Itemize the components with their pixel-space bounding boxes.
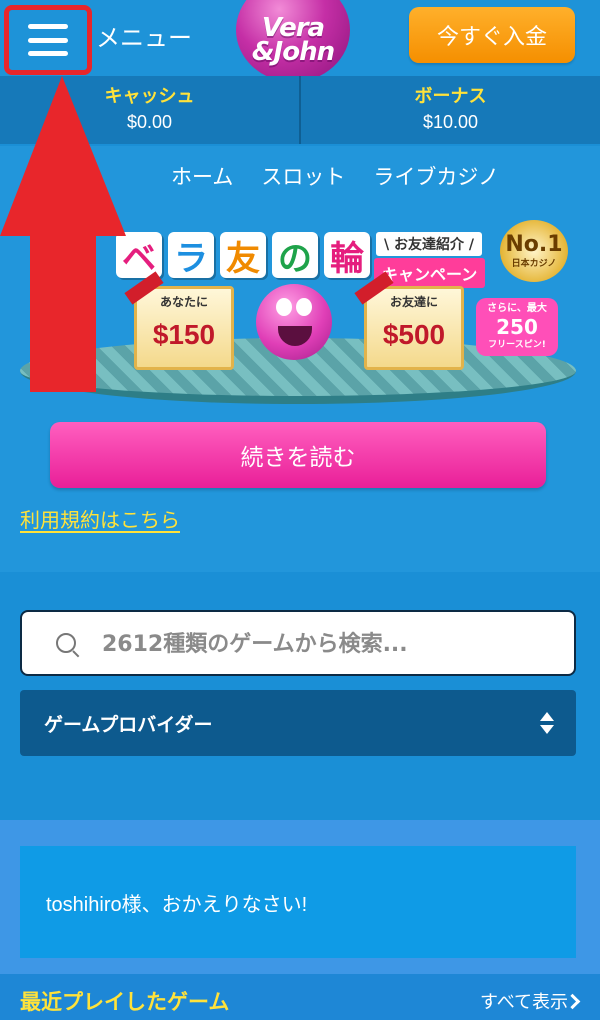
bonus-label: ボーナス: [414, 86, 487, 107]
main-nav: ホーム スロット ライブカジノ: [0, 146, 600, 206]
nav-item-home[interactable]: ホーム: [171, 161, 233, 191]
offer-friend-card: お友達に $500: [354, 271, 464, 370]
provider-label: ゲームプロバイダー: [44, 714, 213, 736]
nav-item-slots[interactable]: スロット: [261, 161, 345, 191]
title-tile: 友: [220, 232, 266, 279]
hamburger-icon: [28, 24, 68, 56]
balance-bar: キャッシュ $0.00 ボーナス $10.00: [0, 76, 600, 144]
game-search-input[interactable]: [100, 624, 544, 664]
menu-button[interactable]: [4, 5, 92, 75]
title-tile: ラ: [168, 232, 214, 279]
terms-link[interactable]: 利用規約はこちら: [20, 504, 180, 533]
welcome-card: toshihiro様、おかえりなさい!: [20, 846, 576, 958]
title-tile: の: [272, 232, 318, 279]
spins-line3: フリースピン!: [488, 340, 546, 350]
top-header: メニュー Vera &John 今すぐ入金: [0, 0, 600, 82]
verajohn-logo[interactable]: Vera &John: [236, 0, 350, 82]
campaign-subtitle: \ お友達紹介 /: [376, 232, 482, 256]
cash-label: キャッシュ: [104, 86, 195, 107]
promo-banner[interactable]: ベ ラ 友 の 輪 \ お友達紹介 / キャンペーン No.1 日本カジノ あな…: [20, 220, 580, 410]
show-all-link[interactable]: すべて表示: [480, 988, 568, 1014]
offer-you-amount: $150: [152, 319, 216, 350]
select-arrows-icon: [540, 712, 554, 734]
game-provider-select[interactable]: ゲームプロバイダー: [20, 690, 576, 756]
cash-value: $0.00: [126, 112, 173, 132]
no1-badge-icon: No.1 日本カジノ: [500, 220, 568, 282]
spins-line1: さらに、最大: [487, 303, 547, 314]
no1-text: No.1: [505, 231, 563, 257]
no1-subtext: 日本カジノ: [511, 258, 557, 269]
welcome-message: toshihiro様、おかえりなさい!: [46, 894, 308, 916]
deposit-now-button[interactable]: 今すぐ入金: [409, 7, 575, 63]
offer-you-card: あなたに $150: [124, 271, 234, 370]
spins-count: 250: [496, 315, 538, 339]
game-search-box[interactable]: [20, 610, 576, 676]
read-more-button[interactable]: 続きを読む: [50, 422, 546, 488]
search-icon: [56, 633, 76, 653]
mascot-icon: [256, 284, 332, 360]
free-spins-badge: さらに、最大 250 フリースピン!: [476, 298, 558, 356]
bonus-balance[interactable]: ボーナス $10.00: [301, 76, 600, 144]
menu-label[interactable]: メニュー: [96, 18, 192, 53]
logo-text-line2: &John: [251, 37, 335, 67]
offer-friend-amount: $500: [382, 319, 446, 350]
recent-games-title: 最近プレイしたゲーム: [20, 990, 230, 1014]
title-tile: 輪: [324, 232, 370, 279]
offer-friend-label: お友達に: [389, 295, 438, 309]
nav-item-live-casino[interactable]: ライブカジノ: [373, 161, 499, 191]
offer-you-label: あなたに: [159, 295, 208, 309]
bonus-value: $10.00: [422, 112, 479, 132]
cash-balance[interactable]: キャッシュ $0.00: [0, 76, 301, 144]
